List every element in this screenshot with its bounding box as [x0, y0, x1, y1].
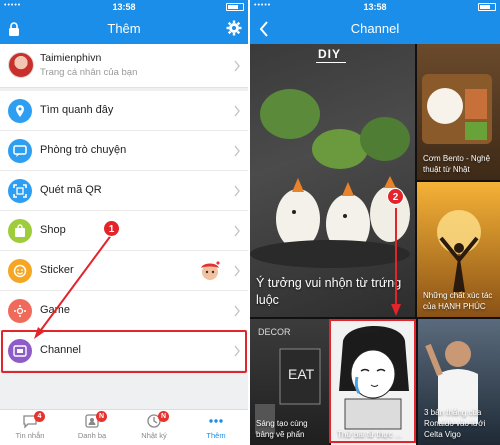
article-title: Sáng tạo cùng bảng vẽ phấn: [256, 419, 308, 439]
bottom-tab-bar: 4 Tin nhắn N Danh bạ N Nhật ký Thêm: [0, 409, 248, 445]
status-time: 13:58: [112, 2, 136, 12]
chevron-right-icon: [234, 225, 240, 237]
location-pin-icon: [8, 99, 32, 123]
badge-count: 4: [34, 411, 45, 422]
menu-item-qr-scan[interactable]: Quét mã QR: [0, 171, 248, 211]
badge-new: N: [96, 411, 107, 422]
gamepad-icon: [8, 299, 32, 323]
tab-label: Danh bạ: [77, 431, 107, 440]
profile-name: Taimienphivn: [40, 52, 102, 64]
svg-text:DECOR: DECOR: [258, 327, 291, 337]
tab-contacts[interactable]: N Danh bạ: [68, 411, 116, 440]
menu-item-nearby[interactable]: Tìm quanh đây: [0, 91, 248, 131]
tab-more[interactable]: Thêm: [192, 413, 240, 440]
profile-subtitle: Trang cá nhân của bạn: [40, 67, 138, 78]
tab-label: Thêm: [206, 431, 226, 440]
comic-highlight-box: [329, 319, 416, 443]
menu-item-chat-rooms[interactable]: Phòng trò chuyện: [0, 131, 248, 171]
nav-bar: Channel: [250, 14, 500, 44]
chat-room-icon: [8, 139, 32, 163]
chevron-right-icon: [234, 305, 240, 317]
article-tile-happiness[interactable]: Những chất xúc tác của HẠNH PHÚC: [417, 182, 500, 317]
tab-timeline[interactable]: N Nhật ký: [130, 411, 178, 440]
menu-item-game[interactable]: Game: [0, 291, 248, 331]
page-title: Channel: [350, 21, 400, 36]
article-tile-bento[interactable]: Cơm Bento - Nghệ thuật từ Nhật: [417, 44, 500, 180]
more-icon: [209, 419, 223, 423]
status-time: 13:58: [363, 2, 387, 12]
profile-row[interactable]: Taimienphivn Trang cá nhân của bạn: [0, 44, 248, 88]
nav-bar: Thêm: [0, 14, 248, 44]
menu-label: Quét mã QR: [40, 184, 102, 196]
sticker-thumbnail-icon: [201, 261, 220, 280]
status-bar: ••••• 13:58: [250, 0, 500, 14]
shop-bag-icon: [8, 219, 32, 243]
chevron-right-icon: [234, 105, 240, 117]
sticker-smile-icon: [8, 259, 32, 283]
tab-label: Tin nhắn: [15, 431, 45, 440]
menu-label: Tìm quanh đây: [40, 104, 114, 116]
battery-icon: [478, 3, 496, 11]
article-tile-eggs[interactable]: Ý tưởng vui nhộn từ trứng luộc: [250, 44, 415, 317]
avatar: [8, 52, 34, 78]
menu-label: Phòng trò chuyện: [40, 144, 127, 156]
menu-label: Game: [40, 304, 70, 316]
diy-logo: DIY: [318, 47, 342, 61]
menu-item-shop[interactable]: Shop: [0, 211, 248, 251]
tab-label: Nhật ký: [141, 431, 167, 440]
menu-label: Sticker: [40, 264, 74, 276]
badge-new: N: [158, 411, 169, 422]
chevron-right-icon: [234, 145, 240, 157]
article-title: Những chất xúc tác của HẠNH PHÚC: [423, 291, 493, 311]
article-tile-ronaldo[interactable]: 3 bản thắng của Ronaldo vào lưới Celta V…: [418, 319, 500, 445]
step-badge-1: 1: [103, 220, 120, 237]
step-badge-2: 2: [387, 188, 404, 205]
svg-text:EAT: EAT: [288, 366, 315, 382]
article-tile-decor[interactable]: DECOR EAT Sáng tạo cùng bảng vẽ phấn: [250, 319, 329, 445]
article-title: 3 bản thắng của Ronaldo vào lưới Celta V…: [424, 408, 486, 439]
article-title: Ý tưởng vui nhộn từ trứng luộc: [256, 276, 402, 307]
diy-underline: [316, 62, 346, 63]
more-screen: ••••• 13:58 Thêm Taimienphivn Trang cá n…: [0, 0, 248, 445]
menu-item-sticker[interactable]: Sticker: [0, 251, 248, 291]
channel-highlight-box: [1, 330, 247, 373]
tab-messages[interactable]: 4 Tin nhắn: [6, 411, 54, 440]
chevron-right-icon: [234, 185, 240, 197]
chevron-right-icon: [234, 60, 240, 72]
battery-icon: [226, 3, 244, 11]
qr-scan-icon: [8, 179, 32, 203]
chevron-right-icon: [234, 265, 240, 277]
page-title: Thêm: [107, 21, 141, 36]
status-bar: ••••• 13:58: [0, 0, 248, 14]
menu-label: Shop: [40, 224, 66, 236]
gear-icon[interactable]: [226, 20, 242, 36]
article-title: Cơm Bento - Nghệ thuật từ Nhật: [423, 154, 491, 174]
